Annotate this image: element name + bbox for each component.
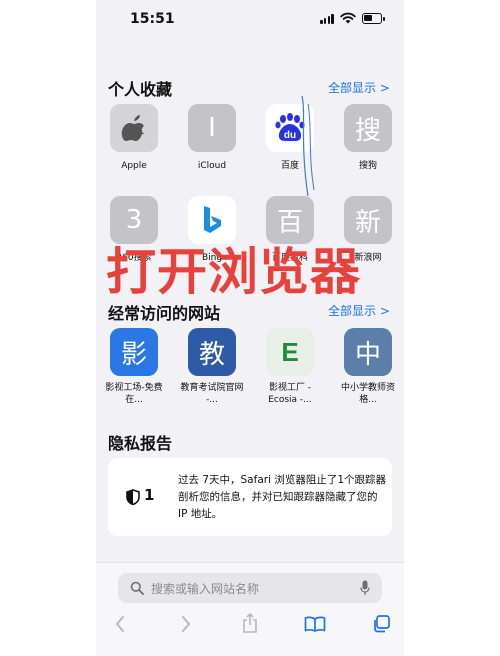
ecosia-letter-icon: E [266,328,314,376]
status-bar: 15:51 [96,0,404,40]
favorite-label: 搜狗 [358,161,377,171]
svg-text:du: du [284,130,296,141]
privacy-report-card[interactable]: 1 过去 7天中，Safari 浏览器阻止了1个跟踪器剖析您的信息，并对已知跟踪… [108,458,392,536]
frequent-label: 教育考试院官网 -... [180,383,244,405]
cellular-signal-icon [320,14,334,24]
tracker-count: 1 [144,486,155,504]
site-letter-icon: 教 [188,328,236,376]
overlay-caption: 打开浏览器 [106,243,361,301]
favorite-label: Apple [121,161,147,171]
favorite-sogou[interactable]: 搜 搜狗 [342,104,394,172]
shield-icon [126,489,140,505]
frequent-show-all-link[interactable]: 全部显示 > [328,302,390,319]
share-icon[interactable] [242,613,258,633]
battery-icon [362,13,385,24]
frequent-site-1[interactable]: 影 影视工场-免费在... [105,328,163,406]
site-letter-icon: 中 [344,328,392,376]
frequent-label: 影视工厂 - Ecosia -... [268,383,312,405]
apple-icon [110,104,158,152]
favorites-show-all-link[interactable]: 全部显示 > [328,79,390,96]
privacy-title: 隐私报告 [108,434,173,453]
sogou-letter-icon: 搜 [344,104,392,152]
favorite-icloud[interactable]: I iCloud [186,104,238,172]
safari-start-page: 15:51 个人收藏 全部显示 > Apple I iCloud du 百度 搜… [96,0,404,656]
favorite-apple[interactable]: Apple [108,104,160,172]
back-chevron-icon[interactable] [114,615,126,633]
favorite-label: iCloud [197,161,227,171]
bottom-toolbar: 搜索或输入网站名称 [96,562,404,656]
forward-chevron-icon[interactable] [180,615,192,633]
frequent-site-4[interactable]: 中 中小学教师资格... [341,328,395,406]
frequent-label: 中小学教师资格... [340,383,395,405]
search-icon [130,581,144,595]
frequent-site-3[interactable]: E 影视工厂 - Ecosia -... [264,328,316,406]
microphone-icon[interactable] [360,580,370,596]
site-letter-icon: 影 [110,328,158,376]
bookmarks-icon[interactable] [304,616,326,632]
favorites-title: 个人收藏 [108,80,173,99]
frequent-label: 影视工场-免费在... [105,383,163,405]
privacy-report-text: 过去 7天中，Safari 浏览器阻止了1个跟踪器剖析您的信息，并对已知跟踪器隐… [178,474,386,520]
search-placeholder: 搜索或输入网站名称 [151,582,260,596]
status-time: 15:51 [130,11,175,27]
pen-stroke-annotation [301,95,315,197]
icloud-letter-icon: I [188,104,236,152]
wifi-icon [340,12,356,24]
tabs-icon[interactable] [372,615,390,633]
frequent-site-2[interactable]: 教 教育考试院官网 -... [180,328,244,406]
address-search-bar[interactable]: 搜索或输入网站名称 [118,573,382,603]
